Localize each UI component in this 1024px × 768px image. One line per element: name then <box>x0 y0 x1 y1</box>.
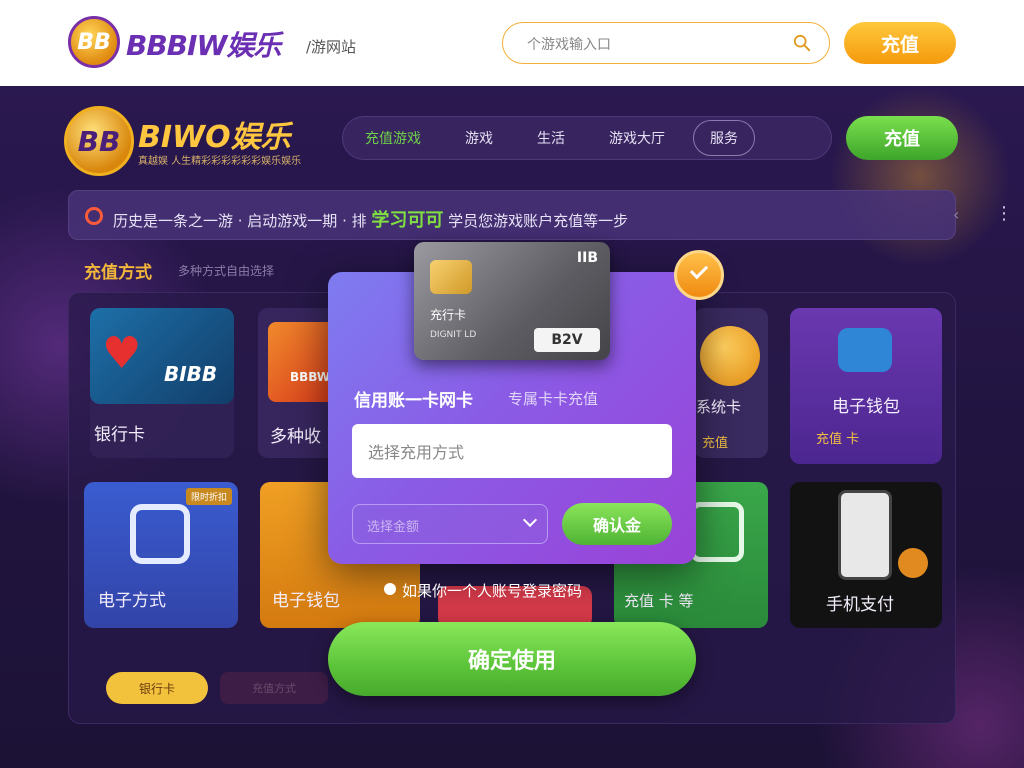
amount-select[interactable]: 选择金额 <box>352 504 548 544</box>
card-chip-icon <box>430 260 472 294</box>
tile-label-e-pay: 电子方式 <box>98 591 166 611</box>
main-nav: 充值游戏 游戏 生活 游戏大厅 服务 <box>342 116 832 160</box>
notice-more-icon[interactable]: ⋮ <box>995 203 1013 224</box>
tile-label-partial: 系统卡 <box>696 398 742 416</box>
brand-logo-icon[interactable]: BB <box>68 16 120 68</box>
notice-prefix: 历史是一条之一游 · 启动游戏一期 · 排 <box>113 212 372 230</box>
coin-icon <box>700 326 760 386</box>
notice-suffix: 学员您游戏账户充值等一步 <box>443 212 629 230</box>
section-title: 充值方式 <box>84 263 152 283</box>
nav-item-service[interactable]: 服务 <box>693 120 755 156</box>
notice-bar: 历史是一条之一游 · 启动游戏一期 · 排 学习可可 学员您游戏账户充值等一步 … <box>68 190 1013 240</box>
notice-icon <box>85 207 103 225</box>
header-recharge-button[interactable]: 充值 <box>844 22 956 64</box>
confirm-use-button[interactable]: 确定使用 <box>328 622 696 696</box>
nav-item-life[interactable]: 生活 <box>515 128 587 148</box>
login-dot-icon <box>384 583 396 595</box>
login-hint-link[interactable]: 如果你一个人账号登录密码 <box>402 580 582 601</box>
heart-icon: ♥ <box>102 328 142 379</box>
tile-label-mobile: 手机支付 <box>826 595 894 615</box>
brand-name[interactable]: BBBIW娱乐 <box>126 24 281 64</box>
e-pay-icon <box>130 504 190 564</box>
chat-bubble-icon <box>838 328 892 372</box>
chevron-down-icon <box>522 512 538 528</box>
nav-item-recharge-games[interactable]: 充值游戏 <box>343 128 443 148</box>
payment-method-input[interactable]: 选择充用方式 <box>352 424 672 478</box>
phone-icon <box>838 490 892 580</box>
amount-select-value: 选择金额 <box>367 520 420 535</box>
payment-tile-bank[interactable]: ♥ BIBB 银行卡 <box>90 308 234 458</box>
payment-tile-partial[interactable]: 系统卡 充值 <box>694 308 768 458</box>
card-number: DIGNIT LD <box>430 330 477 340</box>
multi-card-brand: BBBW <box>290 370 331 384</box>
notice-text: 历史是一条之一游 · 启动游戏一期 · 排 学习可可 学员您游戏账户充值等一步 <box>113 206 628 232</box>
discount-badge: 限时折扣 <box>185 488 232 505</box>
bank-card-brand: BIBB <box>164 362 218 386</box>
tile-label-green: 充值 卡 等 <box>624 592 694 610</box>
tile-small-partial: 充值 <box>702 436 729 451</box>
search-icon[interactable] <box>793 34 811 52</box>
nav-item-lobby[interactable]: 游戏大厅 <box>587 128 687 148</box>
app-logo-icon[interactable]: BB <box>64 106 134 176</box>
search-box[interactable]: 个游戏输入口 <box>502 22 830 64</box>
check-mark <box>689 260 709 280</box>
modal-title: 信用账一卡网卡 <box>354 391 473 411</box>
notice-highlight[interactable]: 学习可可 <box>371 210 443 231</box>
app-recharge-button[interactable]: 充值 <box>846 116 958 160</box>
tile-label-wallet: 电子钱包 <box>272 591 340 611</box>
filter-pill-methods[interactable]: 充值方式 <box>220 672 328 704</box>
coins-icon <box>898 548 928 578</box>
notice-prev-icon[interactable]: ‹ <box>953 205 959 224</box>
filter-pill-bank[interactable]: 银行卡 <box>106 672 208 704</box>
section-subtitle: 多种方式自由选择 <box>178 264 275 278</box>
logo-text: BB <box>77 29 111 55</box>
tile-label-wallet-top: 电子钱包 <box>832 397 900 417</box>
payment-tile-wallet-top[interactable]: 电子钱包 充值 卡 <box>790 308 942 464</box>
search-placeholder[interactable]: 个游戏输入口 <box>527 34 611 54</box>
green-pay-icon <box>690 502 744 562</box>
nav-item-games[interactable]: 游戏 <box>443 128 515 148</box>
app-brand-tagline: 真越娱 人生精彩彩彩彩彩彩娱乐娱乐 <box>138 156 302 167</box>
site-subtitle: /游网站 <box>306 38 357 56</box>
payment-tile-mobile[interactable]: 手机支付 <box>790 482 942 628</box>
app-brand-name: BIWO娱乐 <box>138 120 291 155</box>
confirm-amount-button[interactable]: 确认金 <box>562 503 672 545</box>
app-logo-text: BB <box>77 124 121 158</box>
modal-hint: 专属卡卡充值 <box>508 390 599 408</box>
card-brand: IIB <box>576 250 598 266</box>
bank-card-image: ♥ BIBB <box>90 308 234 404</box>
top-header: BB BBBIW娱乐 /游网站 个游戏输入口 充值 <box>0 0 1024 86</box>
tile-row-wallet-top: 充值 卡 <box>816 432 860 447</box>
tile-label-bank: 银行卡 <box>94 425 145 445</box>
modal-bank-card: IIB 充行卡 DIGNIT LD B2V <box>414 242 610 360</box>
card-tag: B2V <box>534 328 600 352</box>
payment-tile-e-pay[interactable]: 限时折扣 电子方式 <box>84 482 238 628</box>
tile-label-multi: 多种收 <box>270 427 321 447</box>
check-icon[interactable] <box>674 250 724 300</box>
card-name: 充行卡 <box>430 308 467 322</box>
